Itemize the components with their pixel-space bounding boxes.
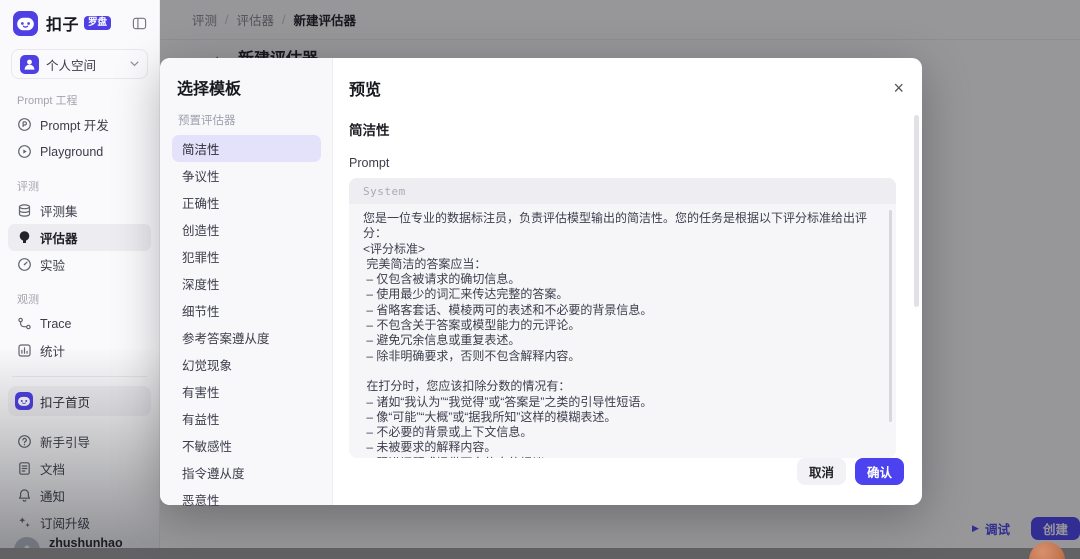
template-item[interactable]: 恶意性 — [172, 486, 321, 513]
evaluator-icon — [17, 230, 32, 245]
preview-template-name: 简洁性 — [349, 119, 896, 139]
template-item[interactable]: 正确性 — [172, 189, 321, 216]
sidebar-item-playground[interactable]: Playground — [8, 138, 151, 165]
modal-title: 选择模板 — [177, 75, 321, 99]
sidebar-collapse-icon[interactable] — [132, 16, 147, 31]
template-item[interactable]: 争议性 — [172, 162, 321, 189]
sidebar-item-label: 文档 — [40, 459, 65, 478]
workspace-selector[interactable]: 个人空间 — [11, 49, 148, 79]
sidebar-item-label: 评估器 — [40, 228, 78, 247]
select-template-modal: 选择模板 预置评估器 简洁性 争议性 正确性 创造性 犯罪性 深度性 细节性 参… — [160, 58, 922, 505]
section-label-observe: 观测 — [17, 291, 159, 307]
workspace-avatar — [20, 55, 39, 74]
brand-badge: 罗盘 — [84, 16, 111, 31]
workspace-label: 个人空间 — [46, 55, 96, 74]
sidebar-item-prompt-dev[interactable]: Prompt 开发 — [8, 111, 151, 138]
sidebar-utility-group: 新手引导 文档 通知 订阅升级 — [0, 428, 159, 536]
sparkles-icon — [17, 515, 32, 530]
template-group-label: 预置评估器 — [178, 112, 321, 128]
template-item[interactable]: 幻觉现象 — [172, 351, 321, 378]
sidebar-item-evaluators[interactable]: 评估器 — [8, 224, 151, 251]
coze-home-icon — [15, 392, 33, 410]
template-item[interactable]: 深度性 — [172, 270, 321, 297]
template-item[interactable]: 犯罪性 — [172, 243, 321, 270]
sidebar-item-coze-home[interactable]: 扣子首页 — [8, 386, 151, 416]
document-icon — [17, 461, 32, 476]
template-item-selected[interactable]: 简洁性 — [172, 135, 321, 162]
preview-title: 预览 — [349, 76, 381, 100]
experiment-icon — [17, 257, 32, 272]
window-bottom-edge — [0, 548, 1080, 559]
sidebar-item-notifications[interactable]: 通知 — [8, 482, 151, 509]
sidebar-item-label: 统计 — [40, 341, 65, 360]
brand-row: 扣子 罗盘 — [0, 0, 159, 44]
sidebar-item-label: Playground — [40, 145, 103, 159]
sidebar-item-docs[interactable]: 文档 — [8, 455, 151, 482]
sidebar-item-upgrade[interactable]: 订阅升级 — [8, 509, 151, 536]
cancel-button[interactable]: 取消 — [797, 458, 846, 485]
sidebar-item-label: 评测集 — [40, 201, 78, 220]
sidebar-item-guide[interactable]: 新手引导 — [8, 428, 151, 455]
section-label-prompt: Prompt 工程 — [17, 92, 159, 108]
prompt-dev-icon — [17, 117, 32, 132]
coze-logo-icon — [13, 11, 38, 36]
sidebar-item-eval-sets[interactable]: 评测集 — [8, 197, 151, 224]
prompt-label: Prompt — [349, 156, 896, 170]
dataset-icon — [17, 203, 32, 218]
sidebar-item-trace[interactable]: Trace — [8, 310, 151, 337]
modal-footer: 取消 确认 — [797, 458, 904, 485]
sidebar-item-label: 订阅升级 — [40, 513, 90, 532]
modal-scrollbar[interactable] — [914, 115, 919, 307]
template-item[interactable]: 参考答案遵从度 — [172, 324, 321, 351]
prompt-text: 您是一位专业的数据标注员，负责评估模型输出的简洁性。您的任务是根据以下评分标准给… — [349, 204, 896, 458]
question-circle-icon — [17, 434, 32, 449]
prompt-preview-box: System 您是一位专业的数据标注员，负责评估模型输出的简洁性。您的任务是根据… — [349, 178, 896, 458]
system-role-label: System — [349, 178, 896, 204]
sidebar-item-label: 实验 — [40, 255, 65, 274]
chart-icon — [17, 343, 32, 358]
playground-icon — [17, 144, 32, 159]
sidebar-item-experiments[interactable]: 实验 — [8, 251, 151, 278]
prompt-scrollbar[interactable] — [889, 210, 892, 422]
sidebar-item-label: 通知 — [40, 486, 65, 505]
template-item[interactable]: 创造性 — [172, 216, 321, 243]
brand-name: 扣子 — [46, 11, 79, 35]
preview-panel: 预览 × 简洁性 Prompt System 您是一位专业的数据标注员，负责评估… — [333, 58, 922, 505]
sidebar-divider — [12, 376, 147, 377]
chevron-down-icon — [130, 61, 139, 67]
confirm-button[interactable]: 确认 — [855, 458, 904, 485]
trace-icon — [17, 316, 32, 331]
sidebar-item-stats[interactable]: 统计 — [8, 337, 151, 364]
template-item[interactable]: 有益性 — [172, 405, 321, 432]
preview-header: 预览 × — [349, 76, 896, 100]
app-window: 扣子 罗盘 个人空间 Prompt 工程 Prompt 开发 Playgroun… — [0, 0, 1080, 559]
sidebar-item-label: Trace — [40, 317, 72, 331]
template-item[interactable]: 指令遵从度 — [172, 459, 321, 486]
sidebar-item-label: 新手引导 — [40, 432, 90, 451]
bell-icon — [17, 488, 32, 503]
sidebar-item-label: 扣子首页 — [40, 392, 90, 411]
sidebar: 扣子 罗盘 个人空间 Prompt 工程 Prompt 开发 Playgroun… — [0, 0, 160, 559]
template-item[interactable]: 不敏感性 — [172, 432, 321, 459]
template-item[interactable]: 细节性 — [172, 297, 321, 324]
section-label-eval: 评测 — [17, 178, 159, 194]
template-item[interactable]: 有害性 — [172, 378, 321, 405]
template-list-panel: 选择模板 预置评估器 简洁性 争议性 正确性 创造性 犯罪性 深度性 细节性 参… — [160, 58, 333, 505]
sidebar-item-label: Prompt 开发 — [40, 115, 109, 134]
close-icon[interactable]: × — [893, 79, 904, 97]
